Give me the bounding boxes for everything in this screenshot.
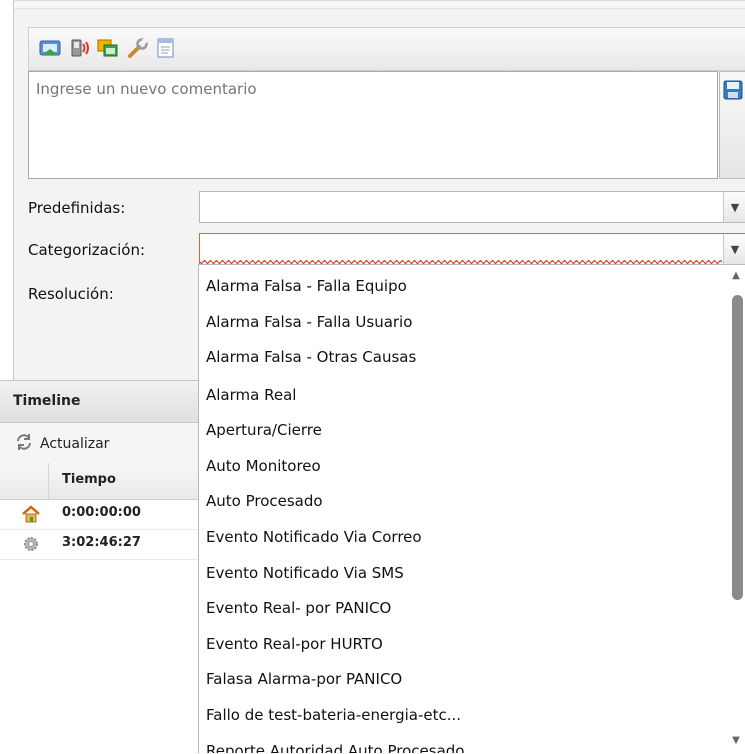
- dropdown-option[interactable]: Evento Real- por PANICO: [206, 598, 391, 618]
- icon-column-header: [0, 463, 49, 499]
- dropdown-option[interactable]: Auto Procesado: [206, 491, 323, 511]
- dropdown-option[interactable]: Falasa Alarma-por PANICO: [206, 669, 402, 689]
- predefinidas-label: Predefinidas:: [28, 199, 126, 217]
- save-comment-button[interactable]: [719, 71, 745, 179]
- categorizacion-dropdown-list: Alarma Falsa - Falla Equipo Alarma Falsa…: [198, 264, 745, 753]
- dropdown-option[interactable]: Alarma Falsa - Otras Causas: [206, 347, 416, 367]
- timeline-title: Timeline: [13, 393, 81, 409]
- scroll-thumb[interactable]: [732, 295, 743, 600]
- predefinidas-combo[interactable]: ▼: [199, 191, 745, 223]
- connect-icon[interactable]: [39, 38, 61, 58]
- dropdown-option[interactable]: Evento Notificado Via Correo: [206, 527, 422, 547]
- time-column-header[interactable]: Tiempo: [62, 472, 116, 487]
- categorizacion-combo[interactable]: ▼: [199, 233, 745, 265]
- windows-icon[interactable]: [97, 38, 119, 58]
- scroll-down-icon[interactable]: ▼: [727, 733, 745, 747]
- dropdown-option[interactable]: Alarma Falsa - Falla Equipo: [206, 276, 407, 296]
- gear-icon: [21, 535, 41, 553]
- notepad-icon[interactable]: [155, 38, 177, 58]
- categorizacion-label: Categorización:: [28, 241, 146, 259]
- scroll-up-icon[interactable]: ▲: [727, 268, 745, 282]
- dropdown-option[interactable]: Alarma Falsa - Falla Usuario: [206, 312, 412, 332]
- comment-toolbar: [28, 27, 745, 71]
- dropdown-option[interactable]: Fallo de test-bateria-energia-etc...: [206, 705, 461, 725]
- floppy-disk-icon: [723, 80, 743, 104]
- resolucion-label: Resolución:: [28, 285, 114, 303]
- comment-textarea[interactable]: [28, 71, 718, 179]
- timeline-panel: Timeline Actualizar Tiempo 0:00:00:00 3:…: [0, 380, 200, 754]
- row-time: 3:02:46:27: [62, 535, 141, 550]
- panel-header-strip: [14, 1, 745, 9]
- timeline-grid-header: Tiempo: [0, 463, 200, 500]
- dropdown-option[interactable]: Auto Monitoreo: [206, 456, 321, 476]
- timeline-header: Timeline: [0, 381, 200, 423]
- categorizacion-trigger[interactable]: ▼: [723, 234, 745, 264]
- chevron-down-icon: ▼: [730, 200, 740, 214]
- refresh-icon: [14, 432, 34, 456]
- refresh-button[interactable]: Actualizar: [14, 432, 109, 456]
- table-row[interactable]: 3:02:46:27: [0, 529, 200, 560]
- dropdown-option[interactable]: Evento Real-por HURTO: [206, 634, 383, 654]
- dropdown-option[interactable]: Evento Notificado Via SMS: [206, 563, 404, 583]
- dropdown-option[interactable]: Apertura/Cierre: [206, 420, 322, 440]
- home-icon: [21, 505, 41, 523]
- phone-audio-icon[interactable]: [69, 38, 91, 58]
- row-time: 0:00:00:00: [62, 505, 141, 520]
- timeline-toolbar: Actualizar: [0, 423, 200, 464]
- predefinidas-trigger[interactable]: ▼: [723, 192, 745, 222]
- dropdown-option[interactable]: Reporte Autoridad Auto Procesado: [206, 741, 464, 753]
- dropdown-scrollbar[interactable]: ▲ ▼: [727, 268, 745, 753]
- table-row[interactable]: 0:00:00:00: [0, 499, 200, 530]
- refresh-label: Actualizar: [40, 436, 110, 452]
- dropdown-option[interactable]: Alarma Real: [206, 385, 296, 405]
- wrench-icon[interactable]: [127, 38, 149, 58]
- chevron-down-icon: ▼: [730, 242, 740, 256]
